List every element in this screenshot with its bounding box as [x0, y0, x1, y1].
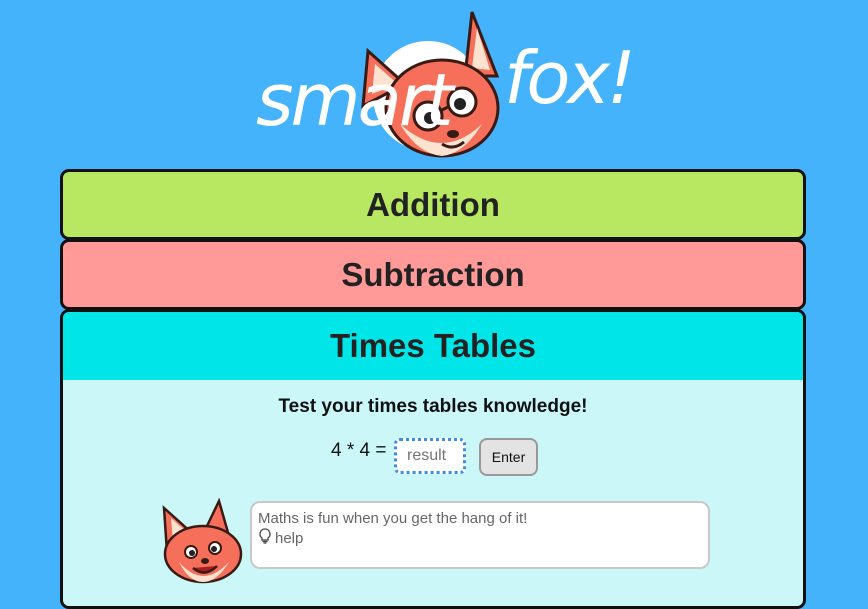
fox-avatar	[159, 497, 245, 584]
help-link[interactable]: help	[258, 528, 702, 549]
tip-message: Maths is fun when you get the hang of it…	[258, 510, 528, 527]
tip-speech-bubble: Maths is fun when you get the hang of it…	[250, 501, 710, 569]
logo-word-right: fox!	[504, 36, 636, 120]
lightbulb-icon	[258, 528, 272, 549]
smart-fox-logo: smart fox!	[250, 6, 636, 164]
subtraction-section-header[interactable]: Subtraction	[60, 239, 806, 310]
times-tables-section: Times Tables Test your times tables know…	[60, 309, 806, 609]
times-tables-section-header[interactable]: Times Tables	[63, 312, 803, 380]
addition-section-header[interactable]: Addition	[60, 169, 806, 240]
help-label: help	[275, 529, 304, 547]
result-input[interactable]	[394, 438, 466, 474]
logo-word-left: smart	[256, 58, 454, 142]
question-text: 4 * 4 =	[331, 440, 387, 461]
enter-button[interactable]: Enter	[479, 438, 538, 476]
times-tables-prompt: Test your times tables knowledge!	[278, 396, 588, 417]
